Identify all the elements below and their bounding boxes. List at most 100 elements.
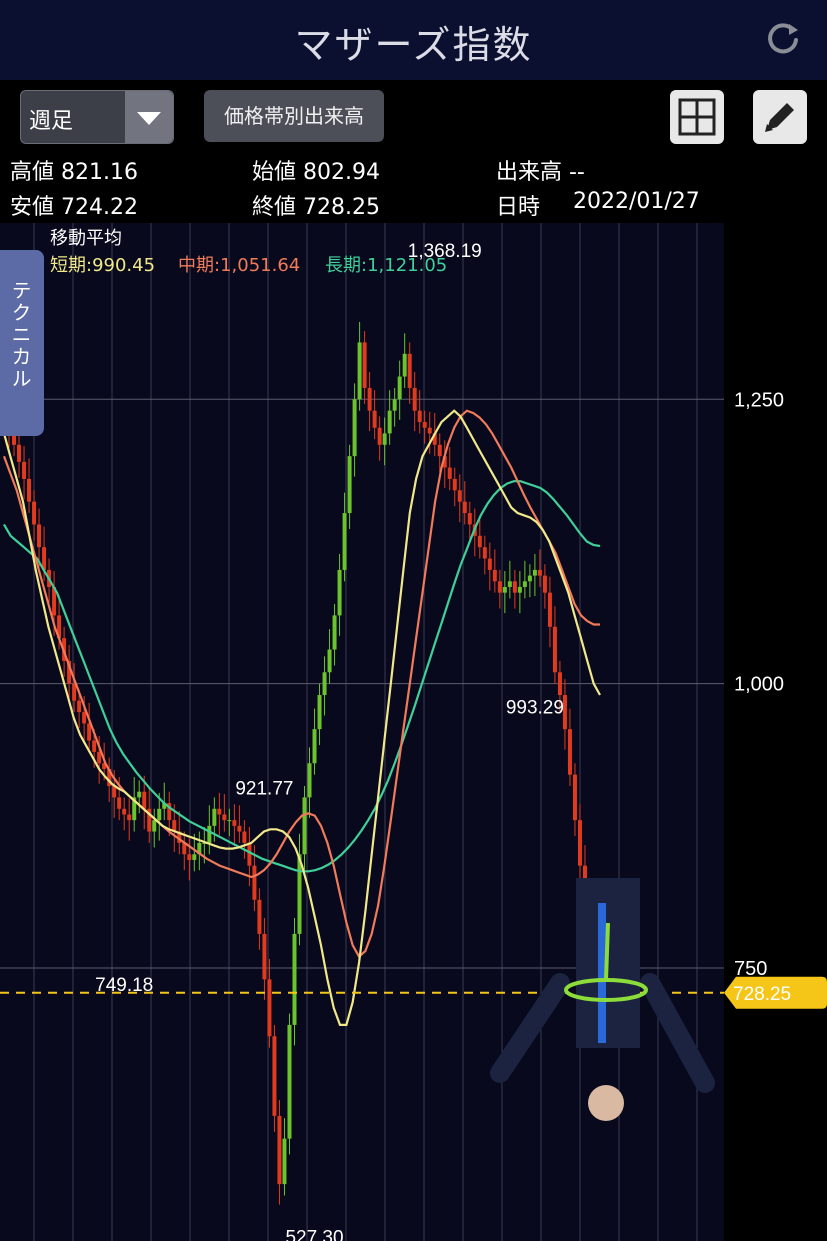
stat-date-label: 日時 <box>496 195 541 220</box>
candle-body <box>272 1036 277 1116</box>
candle-body <box>507 581 512 587</box>
candle-body <box>17 444 22 462</box>
candle-body <box>72 683 77 701</box>
legend-short: 短期:990.45 <box>50 255 155 276</box>
candle-body <box>452 478 457 491</box>
candle-body <box>342 513 347 570</box>
candle-body <box>37 524 42 548</box>
stat-close: 終値 728.25 <box>252 195 380 220</box>
legend-title: 移動平均 <box>50 228 122 249</box>
candle-body <box>252 865 257 900</box>
stat-low: 安値 724.22 <box>10 195 138 220</box>
candle-body <box>82 712 87 724</box>
candle-body <box>362 342 367 388</box>
candle-body <box>267 979 272 1037</box>
candle-body <box>372 410 377 428</box>
volume-profile-button[interactable]: 価格帯別出来高 <box>204 90 384 142</box>
technical-tab[interactable]: テクニカル <box>0 250 44 436</box>
candle-body <box>282 1138 287 1185</box>
candle-body <box>537 569 542 576</box>
legend-long: 長期:1,121.05 <box>325 255 447 276</box>
candle-body <box>32 501 37 525</box>
stat-open: 始値 802.94 <box>252 160 380 185</box>
pencil-icon[interactable] <box>753 90 807 144</box>
chevron-down-icon <box>125 91 173 143</box>
candle-body <box>482 547 487 559</box>
y-axis: 1,250 1,000 750 <box>734 389 784 980</box>
period-select[interactable]: 週足 <box>20 90 174 144</box>
candle-body <box>462 501 467 514</box>
candle-body <box>207 825 212 843</box>
candle-body <box>187 854 192 860</box>
candle-body <box>157 808 162 821</box>
candle-body <box>152 820 157 832</box>
current-price-label: 728.25 <box>733 984 791 1005</box>
candle-body <box>577 820 582 866</box>
candle-body <box>487 558 492 570</box>
candle-body <box>417 410 422 423</box>
candle-body <box>222 814 227 821</box>
candle-body <box>27 478 32 502</box>
candle-body <box>212 808 217 826</box>
candle-body <box>317 695 322 730</box>
candle-body <box>347 456 352 514</box>
y-tick-label: 750 <box>734 958 767 980</box>
app-header: マザーズ指数 <box>0 0 827 80</box>
candle-body <box>312 729 317 764</box>
grid-icon[interactable] <box>670 90 724 144</box>
candle-body <box>127 814 132 821</box>
candle-body <box>237 825 242 832</box>
candle-body <box>192 854 197 860</box>
candle-body <box>512 581 517 593</box>
candle-body <box>232 820 237 826</box>
candle-body <box>287 1024 292 1139</box>
candle-body <box>567 729 572 775</box>
candle-body <box>437 444 442 457</box>
candle-body <box>332 615 337 650</box>
candle-body <box>97 751 102 764</box>
candle-body <box>532 569 537 576</box>
candle-body <box>117 797 122 809</box>
period-select-value: 週足 <box>29 109 74 134</box>
candle-body <box>572 774 577 821</box>
candle-body <box>77 700 82 713</box>
candle-body <box>357 342 362 400</box>
price-annotation: 749.18 <box>95 975 153 996</box>
refresh-icon[interactable] <box>763 18 803 58</box>
y-tick-label: 1,000 <box>734 674 784 696</box>
candle-body <box>447 467 452 479</box>
candle-body <box>262 933 267 980</box>
candle-body <box>142 791 147 809</box>
candle-body <box>527 575 532 582</box>
candle-body <box>122 808 127 815</box>
candle-body <box>327 649 332 673</box>
candle-body <box>367 387 372 411</box>
candle-body <box>22 461 27 479</box>
page-title: マザーズ指数 <box>294 23 533 67</box>
current-price-tag: 728.25 <box>724 976 827 1009</box>
candle-body <box>517 586 522 593</box>
candle-body <box>552 626 557 673</box>
candle-body <box>412 387 417 411</box>
candle-body <box>337 569 342 616</box>
candle-body <box>137 791 142 798</box>
candle-body <box>477 535 482 548</box>
stat-volume: 出来高 -- <box>496 160 585 185</box>
candle-body <box>422 422 427 428</box>
candle-body <box>242 831 247 843</box>
candle-body <box>92 740 97 752</box>
candle-body <box>297 854 302 934</box>
price-annotation: 527.30 <box>285 1227 343 1241</box>
candle-body <box>402 353 407 377</box>
candle-body <box>522 581 527 587</box>
candle-body <box>292 933 297 1025</box>
candle-body <box>322 672 327 696</box>
candle-body <box>382 433 387 445</box>
candle-body <box>557 672 562 696</box>
candle-body <box>247 842 252 866</box>
candle-body <box>457 490 462 502</box>
candle-body <box>492 569 497 582</box>
price-chart[interactable]: 1,2501,000750 728.25 1,368.19921.77993.2… <box>0 223 827 1241</box>
candle-body <box>307 763 312 798</box>
candle-body <box>467 513 472 525</box>
